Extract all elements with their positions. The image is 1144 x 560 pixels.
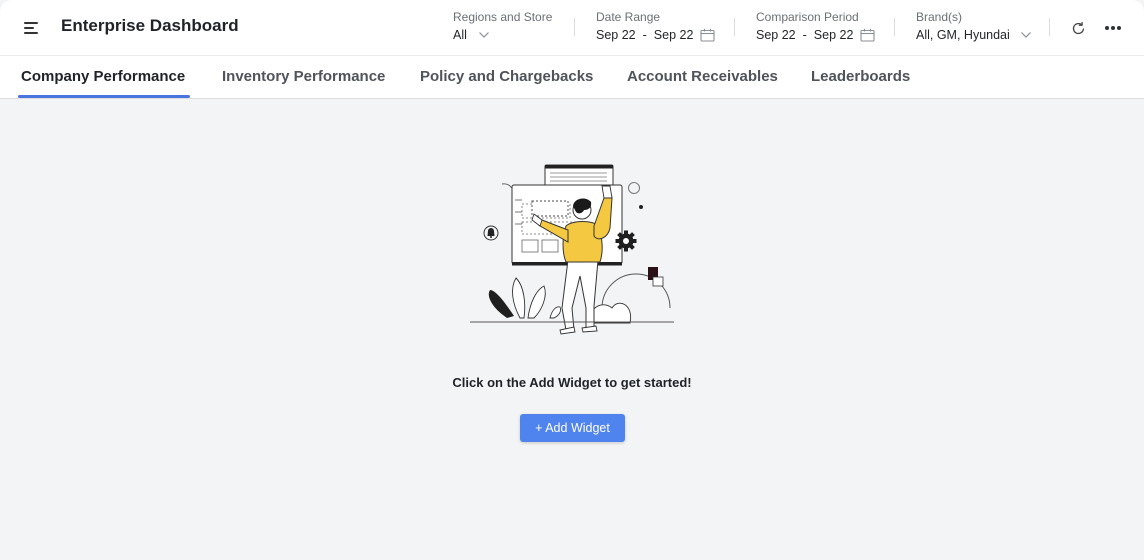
date-range-label: Date Range: [596, 10, 661, 24]
comparison-end: Sep 22: [813, 28, 854, 42]
tab-company-performance[interactable]: Company Performance: [21, 68, 185, 85]
regions-filter-value: All: [453, 28, 467, 42]
date-range-filter[interactable]: Date Range Sep 22 - Sep 22: [596, 10, 715, 46]
chevron-down-icon: [1020, 32, 1031, 38]
date-range-start: Sep 22: [596, 28, 636, 42]
tab-bar: Company Performance Inventory Performanc…: [0, 56, 1144, 99]
date-range-separator: -: [642, 28, 647, 42]
brands-filter-value: All, GM, Hyundai: [916, 28, 1010, 42]
more-horizontal-icon[interactable]: [1101, 16, 1125, 40]
add-widget-button[interactable]: + Add Widget: [520, 414, 625, 442]
calendar-icon[interactable]: [860, 28, 875, 42]
brands-filter[interactable]: Brand(s) All, GM, Hyundai: [916, 10, 1032, 46]
header-divider: [894, 18, 895, 36]
header-divider: [574, 18, 575, 36]
regions-filter[interactable]: Regions and Store All: [453, 10, 552, 46]
tab-leaderboards[interactable]: Leaderboards: [811, 68, 910, 85]
comparison-period-label: Comparison Period: [756, 10, 859, 24]
regions-filter-label: Regions and Store: [453, 10, 553, 24]
active-tab-indicator: [18, 95, 190, 98]
app-window: Enterprise Dashboard Regions and Store A…: [0, 0, 1144, 560]
calendar-icon[interactable]: [700, 28, 715, 42]
chevron-down-icon: [478, 32, 489, 38]
top-header: Enterprise Dashboard Regions and Store A…: [0, 0, 1144, 56]
comparison-start: Sep 22: [756, 28, 796, 42]
comparison-period-filter[interactable]: Comparison Period Sep 22 - Sep 22: [756, 10, 875, 46]
app-title: Enterprise Dashboard: [61, 16, 239, 35]
hamburger-menu-icon[interactable]: [24, 20, 42, 36]
refresh-icon[interactable]: [1066, 16, 1090, 40]
tab-policy-and-chargebacks[interactable]: Policy and Chargebacks: [420, 68, 593, 85]
brands-filter-label: Brand(s): [916, 10, 963, 24]
date-range-end: Sep 22: [653, 28, 694, 42]
empty-state-message: Click on the Add Widget to get started!: [452, 375, 692, 390]
comparison-separator: -: [802, 28, 807, 42]
tab-account-receivables[interactable]: Account Receivables: [627, 68, 778, 85]
header-divider: [734, 18, 735, 36]
person-building-dashboard-illustration: [462, 158, 682, 343]
tab-inventory-performance[interactable]: Inventory Performance: [222, 68, 385, 85]
header-divider: [1049, 18, 1050, 36]
